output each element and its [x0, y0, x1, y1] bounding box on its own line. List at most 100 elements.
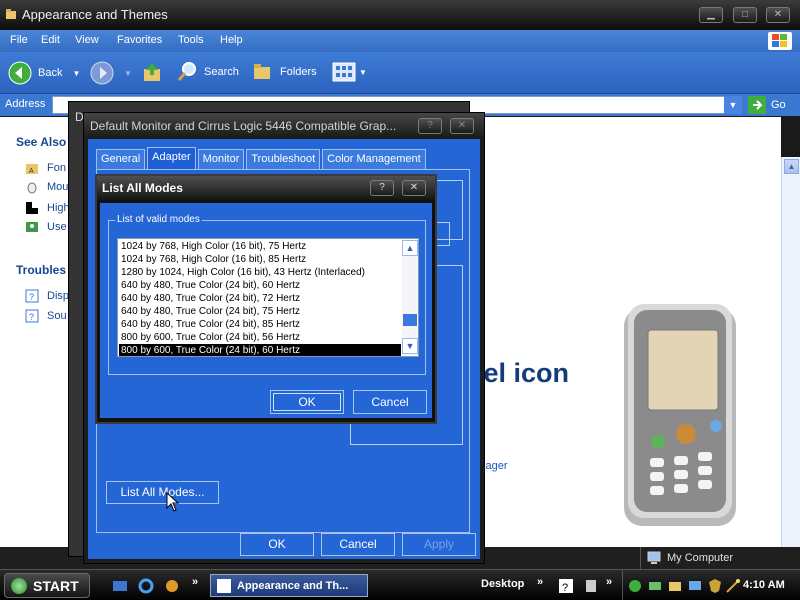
adapter-help-button[interactable]: ? [418, 118, 442, 134]
ok-button[interactable]: OK [240, 533, 314, 556]
tab-monitor[interactable]: Monitor [197, 149, 245, 169]
tray-battery-icon[interactable] [647, 578, 663, 594]
standard-toolbar: Back ▼ ▼ Search Folders ▼ [0, 52, 800, 94]
desktop-toolbar-label[interactable]: Desktop [481, 578, 524, 590]
minimize-button[interactable]: ▁ [699, 7, 723, 23]
menu-help[interactable]: Help [220, 34, 243, 46]
forward-arrow-icon [90, 61, 114, 85]
window-icon [217, 578, 231, 593]
folders-button[interactable]: Folders [252, 61, 317, 83]
tab-troubleshoot[interactable]: Troubleshoot [246, 149, 321, 169]
list-item[interactable]: 1024 by 768, High Color (16 bit), 75 Her… [119, 240, 401, 253]
see-also-item-high-contrast[interactable]: High [25, 201, 70, 215]
user-accounts-icon [26, 222, 38, 232]
list-item[interactable]: 1024 by 768, High Color (16 bit), 85 Her… [119, 253, 401, 266]
troubleshooters-heading: Troubles [16, 263, 67, 277]
cancel-button[interactable]: Cancel [321, 533, 395, 556]
start-orb-icon [11, 577, 27, 594]
views-button[interactable]: ▼ [332, 61, 367, 83]
quicklaunch-chevron-icon[interactable]: » [192, 576, 198, 588]
address-label: Address [5, 98, 46, 110]
back-dropdown-icon[interactable]: ▼ [72, 69, 80, 78]
scroll-down-icon[interactable]: ▼ [402, 338, 418, 354]
list-item-selected[interactable]: 800 by 600, True Color (24 bit), 60 Hert… [119, 344, 401, 356]
window-title: Appearance and Themes [22, 7, 168, 22]
up-button[interactable] [142, 61, 164, 83]
clock: 4:10 AM [743, 579, 785, 591]
tab-color-management[interactable]: Color Management [322, 149, 426, 169]
back-arrow-icon [8, 61, 32, 85]
troubleshooter-item-sound[interactable]: ? Sou [25, 309, 67, 323]
menu-favorites[interactable]: Favorites [117, 34, 162, 46]
scroll-up-icon[interactable]: ▲ [784, 159, 799, 174]
scroll-up-icon[interactable]: ▲ [402, 240, 418, 256]
tab-adapter[interactable]: Adapter [147, 147, 196, 169]
list-item[interactable]: 640 by 480, True Color (24 bit), 75 Hert… [119, 305, 401, 318]
go-button[interactable]: Go [748, 96, 786, 114]
help-icon[interactable]: ? [558, 578, 574, 594]
see-also-item-user-accounts[interactable]: Use [25, 220, 67, 234]
svg-text:A: A [29, 168, 34, 175]
see-also-item-label: Fon [47, 162, 66, 174]
tray-network-icon[interactable] [627, 578, 643, 594]
mouse-icon [27, 182, 37, 194]
list-item[interactable]: 640 by 480, True Color (24 bit), 72 Hert… [119, 292, 401, 305]
settings-icon[interactable] [583, 578, 599, 594]
views-dropdown-icon[interactable]: ▼ [359, 68, 367, 77]
content-scrollbar[interactable]: ▲ [781, 157, 800, 547]
menu-view[interactable]: View [75, 34, 99, 46]
modes-ok-button[interactable]: OK [270, 390, 344, 414]
list-item[interactable]: 640 by 480, True Color (24 bit), 85 Hert… [119, 318, 401, 331]
forward-dropdown-icon[interactable]: ▼ [124, 69, 132, 78]
help-icon: ? [25, 289, 39, 303]
tray-security-icon[interactable] [707, 578, 723, 594]
my-computer-label: My Computer [667, 552, 734, 564]
list-item[interactable]: 640 by 480, True Color (24 bit), 60 Hert… [119, 279, 401, 292]
list-item[interactable]: 1280 by 1024, High Color (16 bit), 43 He… [119, 266, 401, 279]
back-button[interactable]: Back ▼ [8, 61, 80, 85]
task-pane: See Also A Fon Mou High Use Troubles ? D… [0, 117, 70, 547]
menu-tools[interactable]: Tools [178, 34, 204, 46]
internet-explorer-icon[interactable] [138, 578, 154, 594]
media-player-icon[interactable] [164, 578, 180, 594]
search-button[interactable]: Search [176, 61, 239, 83]
see-also-item-mouse[interactable]: Mou [25, 180, 68, 194]
see-also-heading: See Also [16, 135, 67, 149]
list-all-modes-button[interactable]: List All Modes... [106, 481, 219, 504]
close-button[interactable]: ✕ [402, 180, 426, 196]
menu-file[interactable]: File [10, 34, 28, 46]
up-folder-icon [144, 63, 160, 81]
close-button[interactable]: ✕ [766, 7, 790, 23]
modes-cancel-button[interactable]: Cancel [353, 390, 427, 414]
menu-edit[interactable]: Edit [41, 34, 60, 46]
go-arrow-icon [748, 96, 766, 114]
start-button[interactable]: START [4, 573, 90, 598]
maximize-button[interactable]: □ [733, 7, 757, 23]
search-icon [177, 62, 196, 81]
show-desktop-icon[interactable] [112, 578, 128, 594]
modes-listbox[interactable]: 1024 by 768, High Color (16 bit), 75 Her… [117, 238, 419, 357]
forward-button[interactable]: ▼ [90, 61, 132, 85]
scroll-thumb[interactable] [403, 314, 417, 326]
see-also-item-fonts[interactable]: A Fon [25, 161, 66, 175]
apply-button: Apply [402, 533, 476, 556]
properties-tabs: General Adapter Monitor Troubleshoot Col… [96, 147, 428, 169]
troubleshooter-item-display[interactable]: ? Disp [25, 289, 69, 303]
adapter-dialog-title-bar: Default Monitor and Cirrus Logic 5446 Co… [84, 113, 484, 139]
tab-general[interactable]: General [96, 149, 146, 169]
windows-logo-icon [768, 32, 792, 50]
help-button[interactable]: ? [370, 180, 394, 196]
list-item[interactable]: 800 by 600, True Color (24 bit), 56 Hert… [119, 331, 401, 344]
toolbar-chevron-icon[interactable]: » [606, 576, 612, 588]
modes-list-scrollbar[interactable]: ▲ ▼ [402, 240, 418, 355]
tray-display-icon[interactable] [687, 578, 703, 594]
fonts-folder-icon: A [26, 164, 38, 175]
tray-magic-icon[interactable] [725, 578, 741, 594]
desktop-chevron-icon[interactable]: » [537, 576, 543, 588]
adapter-close-button[interactable]: ✕ [450, 118, 474, 134]
address-dropdown-icon[interactable]: ▼ [724, 96, 742, 114]
tray-folder-icon[interactable] [667, 578, 683, 594]
taskbar-item-appearance[interactable]: Appearance and Th... [210, 574, 368, 597]
adapter-dialog-title: Default Monitor and Cirrus Logic 5446 Co… [90, 119, 397, 133]
list-all-modes-body: List of valid modes 1024 by 768, High Co… [100, 203, 432, 418]
